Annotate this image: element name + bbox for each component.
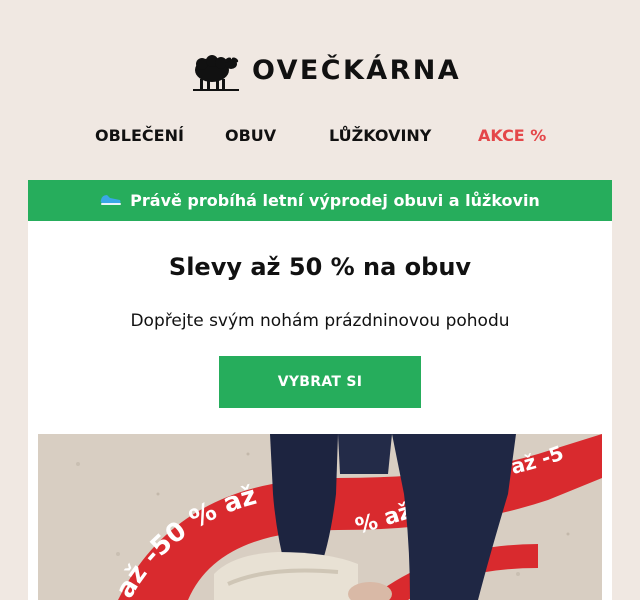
nav-item-obuv[interactable]: OBUV xyxy=(225,126,276,145)
sale-banner[interactable]: Právě probíhá letní výprodej obuvi a lůž… xyxy=(28,180,612,221)
brand-name: OVEČKÁRNA xyxy=(252,54,462,86)
nav-item-obleceni[interactable]: OBLEČENÍ xyxy=(95,126,184,145)
hero-image[interactable]: až -50 % až % až až -5 xyxy=(38,434,602,600)
vybrat-si-button[interactable]: VYBRAT SI xyxy=(219,356,421,408)
sheep-icon xyxy=(193,55,239,91)
banner-text: Právě probíhá letní výprodej obuvi a lůž… xyxy=(130,191,540,210)
nav-item-luzkoviny[interactable]: LŮŽKOVINY xyxy=(329,126,431,145)
email-page: OVEČKÁRNA OBLEČENÍ OBUV LŮŽKOVINY AKCE %… xyxy=(0,0,640,600)
brand-logo[interactable]: OVEČKÁRNA xyxy=(192,47,461,93)
nav-item-akce[interactable]: AKCE % xyxy=(478,126,546,145)
sneaker-icon xyxy=(100,191,122,210)
promo-subline: Dopřejte svým nohám prázdninovou pohodu xyxy=(130,311,510,331)
promo-headline: Slevy až 50 % na obuv xyxy=(168,253,472,281)
main-nav: OBLEČENÍ OBUV LŮŽKOVINY AKCE % xyxy=(0,126,640,150)
